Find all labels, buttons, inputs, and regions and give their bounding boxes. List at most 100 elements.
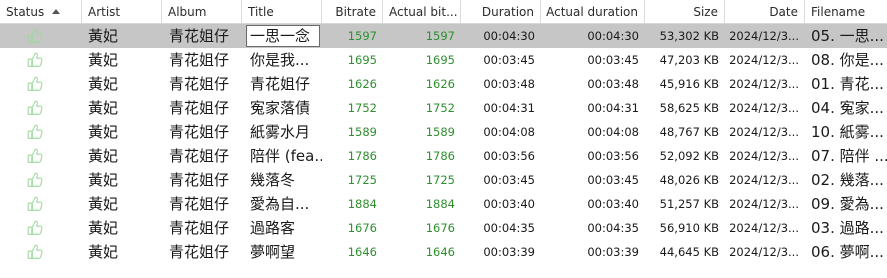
filename-cell: 06. 夢啊... — [811, 243, 884, 261]
table-row[interactable]: 黃妃 青花姐仔 愛為自... 1884 1884 00:03:40 00:03:40 51,2… — [0, 192, 887, 216]
column-header-filename[interactable]: Filename — [805, 0, 887, 24]
date-cell: 2024/12/3... — [729, 197, 799, 211]
thumbs-up-icon — [26, 27, 44, 45]
bitrate-cell: 1646 — [347, 245, 377, 259]
size-cell: 44,645 KB — [659, 245, 719, 259]
bitrate-cell: 1695 — [347, 53, 377, 67]
column-header-row: Status Artist Album Title Bitrate Actual… — [0, 0, 887, 24]
actual-bitrate-cell: 1725 — [425, 173, 455, 187]
title-edit-field[interactable]: 一思一念 — [246, 25, 320, 47]
title-cell: 愛為自... — [250, 195, 310, 213]
bitrate-cell: 1786 — [347, 149, 377, 163]
bitrate-cell: 1676 — [347, 221, 377, 235]
column-header-status-label: Status — [6, 5, 45, 19]
column-header-duration-label: Duration — [481, 5, 534, 19]
size-cell: 53,302 KB — [659, 29, 719, 43]
artist-cell: 黃妃 — [88, 219, 119, 237]
table-row[interactable]: 黃妃 青花姐仔 寃家落債 1752 1752 00:04:31 00:04:31 58,625… — [0, 96, 887, 120]
size-cell: 48,767 KB — [659, 125, 719, 139]
column-header-status[interactable]: Status — [0, 0, 82, 24]
size-cell: 58,625 KB — [659, 101, 719, 115]
date-cell: 2024/12/3... — [729, 125, 799, 139]
thumbs-up-icon — [26, 75, 44, 93]
column-header-actual-bitrate[interactable]: Actual bit... — [383, 0, 461, 24]
size-cell: 45,916 KB — [659, 77, 719, 91]
column-header-title[interactable]: Title — [242, 0, 322, 24]
thumbs-up-icon — [26, 195, 44, 213]
table-row[interactable]: 黃妃 青花姐仔 一思一念 1597 1597 00:04:30 00:04:30 53,302… — [0, 24, 887, 48]
filename-cell: 04. 寃家... — [811, 99, 884, 117]
date-cell: 2024/12/3... — [729, 29, 799, 43]
duration-cell: 00:03:45 — [483, 173, 535, 187]
title-cell: 幾落冬 — [250, 171, 296, 189]
filename-cell: 08. 你是... — [811, 51, 884, 69]
table-row[interactable]: 黃妃 青花姐仔 陪伴 (fea... 1786 1786 00:03:56 00:03:56… — [0, 144, 887, 168]
duration-cell: 00:04:08 — [483, 125, 535, 139]
table-row[interactable]: 黃妃 青花姐仔 你是我... 1695 1695 00:03:45 00:03:45 47,2… — [0, 48, 887, 72]
duration-cell: 00:04:31 — [483, 101, 535, 115]
actual-duration-cell: 00:04:31 — [587, 101, 639, 115]
table-row[interactable]: 黃妃 青花姐仔 青花姐仔 1626 1626 00:03:48 00:03:48 45,916… — [0, 72, 887, 96]
thumbs-up-icon — [26, 99, 44, 117]
duration-cell: 00:03:48 — [483, 77, 535, 91]
table-row[interactable]: 黃妃 青花姐仔 幾落冬 1725 1725 00:03:45 00:03:45 48,026 … — [0, 168, 887, 192]
column-header-bitrate[interactable]: Bitrate — [322, 0, 383, 24]
table-row[interactable]: 黃妃 青花姐仔 紙雾水月 1589 1589 00:04:08 00:04:08 48,767… — [0, 120, 887, 144]
sort-ascending-icon — [52, 9, 61, 14]
actual-duration-cell: 00:03:45 — [587, 173, 639, 187]
filename-cell: 09. 愛為... — [811, 195, 884, 213]
title-cell: 夢啊望 — [250, 243, 296, 261]
album-cell: 青花姐仔 — [169, 27, 230, 45]
column-header-album-label: Album — [168, 5, 207, 19]
date-cell: 2024/12/3... — [729, 245, 799, 259]
duration-cell: 00:04:30 — [483, 29, 535, 43]
actual-bitrate-cell: 1676 — [425, 221, 455, 235]
column-header-actual-duration[interactable]: Actual duration — [541, 0, 645, 24]
filename-cell: 01. 青花... — [811, 75, 884, 93]
actual-duration-cell: 00:03:45 — [587, 53, 639, 67]
title-cell: 陪伴 (fea... — [250, 147, 322, 165]
album-cell: 青花姐仔 — [169, 51, 230, 69]
album-cell: 青花姐仔 — [169, 243, 230, 261]
actual-duration-cell: 00:04:30 — [587, 29, 639, 43]
filename-cell: 03. 過路... — [811, 219, 884, 237]
column-header-album[interactable]: Album — [162, 0, 242, 24]
artist-cell: 黃妃 — [88, 195, 119, 213]
bitrate-cell: 1725 — [347, 173, 377, 187]
column-header-bitrate-label: Bitrate — [335, 5, 376, 19]
bitrate-cell: 1626 — [347, 77, 377, 91]
actual-duration-cell: 00:03:48 — [587, 77, 639, 91]
album-cell: 青花姐仔 — [169, 219, 230, 237]
title-cell: 紙雾水月 — [250, 123, 311, 141]
date-cell: 2024/12/3... — [729, 173, 799, 187]
column-header-size[interactable]: Size — [645, 0, 725, 24]
table-row[interactable]: 黃妃 青花姐仔 夢啊望 1646 1646 00:03:39 00:03:39 44,645 … — [0, 240, 887, 264]
duration-cell: 00:04:35 — [483, 221, 535, 235]
actual-bitrate-cell: 1695 — [425, 53, 455, 67]
artist-cell: 黃妃 — [88, 75, 119, 93]
duration-cell: 00:03:39 — [483, 245, 535, 259]
column-header-filename-label: Filename — [811, 5, 866, 19]
column-header-duration[interactable]: Duration — [461, 0, 541, 24]
column-header-artist[interactable]: Artist — [82, 0, 162, 24]
date-cell: 2024/12/3... — [729, 77, 799, 91]
column-header-artist-label: Artist — [88, 5, 121, 19]
date-cell: 2024/12/3... — [729, 53, 799, 67]
actual-bitrate-cell: 1626 — [425, 77, 455, 91]
size-cell: 48,026 KB — [659, 173, 719, 187]
album-cell: 青花姐仔 — [169, 195, 230, 213]
actual-duration-cell: 00:03:40 — [587, 197, 639, 211]
table-row[interactable]: 黃妃 青花姐仔 過路客 1676 1676 00:04:35 00:04:35 56,910 … — [0, 216, 887, 240]
album-cell: 青花姐仔 — [169, 147, 230, 165]
actual-bitrate-cell: 1589 — [425, 125, 455, 139]
size-cell: 51,257 KB — [659, 197, 719, 211]
filename-cell: 07. 陪伴 ... — [811, 147, 887, 165]
artist-cell: 黃妃 — [88, 171, 119, 189]
album-cell: 青花姐仔 — [169, 99, 230, 117]
bitrate-cell: 1752 — [347, 101, 377, 115]
actual-bitrate-cell: 1884 — [425, 197, 455, 211]
thumbs-up-icon — [26, 171, 44, 189]
album-cell: 青花姐仔 — [169, 171, 230, 189]
column-header-size-label: Size — [693, 5, 718, 19]
column-header-date[interactable]: Date — [725, 0, 805, 24]
